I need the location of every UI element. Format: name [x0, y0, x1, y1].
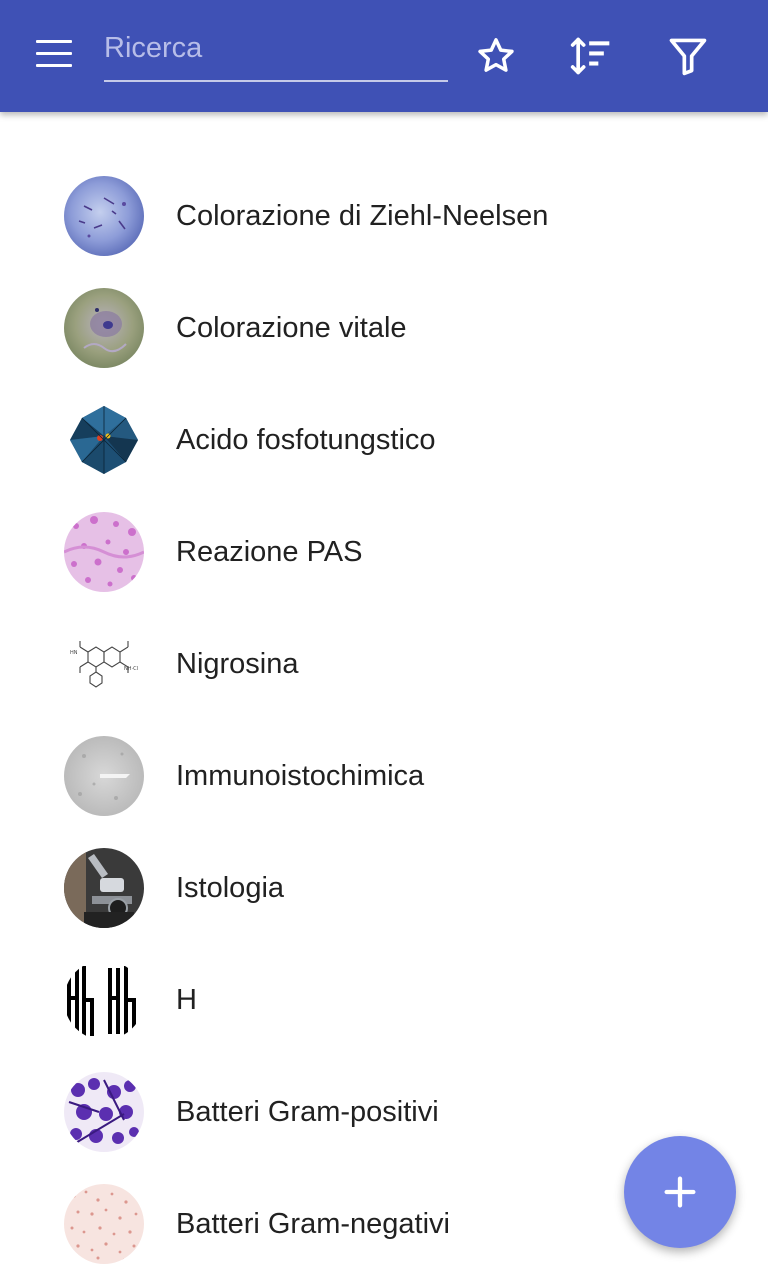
search-field[interactable]	[104, 22, 448, 82]
list-item[interactable]: Reazione PAS	[0, 496, 768, 608]
list-item[interactable]: Immunoistochimica	[0, 720, 768, 832]
item-label: Istologia	[176, 872, 285, 904]
list-item[interactable]: HN NH·Cl Nigrosina	[0, 608, 768, 720]
list-item[interactable]: Acido fosfotungstico	[0, 384, 768, 496]
chemical-structure-thumbnail: HN NH·Cl	[64, 624, 144, 704]
svg-text:HN: HN	[70, 650, 78, 656]
item-label: Batteri Gram-negativi	[176, 1208, 450, 1240]
grey-tissue-thumbnail	[64, 736, 144, 816]
purple-bacteria-thumbnail	[64, 1072, 144, 1152]
sort-icon[interactable]	[569, 34, 613, 78]
star-outline-icon[interactable]	[474, 34, 518, 78]
list-item[interactable]: Istologia	[0, 832, 768, 944]
micrograph-green-thumbnail	[64, 288, 144, 368]
add-button[interactable]	[624, 1136, 736, 1248]
app-bar	[0, 0, 768, 112]
plus-icon	[664, 1176, 696, 1208]
item-label: Acido fosfotungstico	[176, 424, 436, 456]
tissue-pink-thumbnail	[64, 512, 144, 592]
micrograph-blue-thumbnail	[64, 176, 144, 256]
list-item[interactable]: H	[0, 944, 768, 1056]
item-label: Batteri Gram-positivi	[176, 1096, 439, 1128]
item-label: Immunoistochimica	[176, 760, 425, 792]
filter-icon[interactable]	[666, 34, 710, 78]
stain-list: Colorazione di Ziehl-Neelsen Colorazione…	[0, 160, 768, 1280]
item-label: Nigrosina	[176, 648, 299, 680]
microscope-thumbnail	[64, 848, 144, 928]
search-input[interactable]	[104, 22, 448, 74]
item-label: Reazione PAS	[176, 536, 363, 568]
polyhedron-molecule-thumbnail	[64, 400, 144, 480]
svg-text:NH·Cl: NH·Cl	[124, 666, 138, 672]
list-item[interactable]: Colorazione di Ziehl-Neelsen	[0, 160, 768, 272]
pink-bacteria-thumbnail	[64, 1184, 144, 1264]
menu-icon[interactable]	[36, 40, 76, 72]
item-label: Colorazione di Ziehl-Neelsen	[176, 200, 549, 232]
letter-h-glyphs-thumbnail	[64, 960, 144, 1040]
item-label: Colorazione vitale	[176, 312, 407, 344]
item-label: H	[176, 984, 197, 1016]
list-item[interactable]: Colorazione vitale	[0, 272, 768, 384]
